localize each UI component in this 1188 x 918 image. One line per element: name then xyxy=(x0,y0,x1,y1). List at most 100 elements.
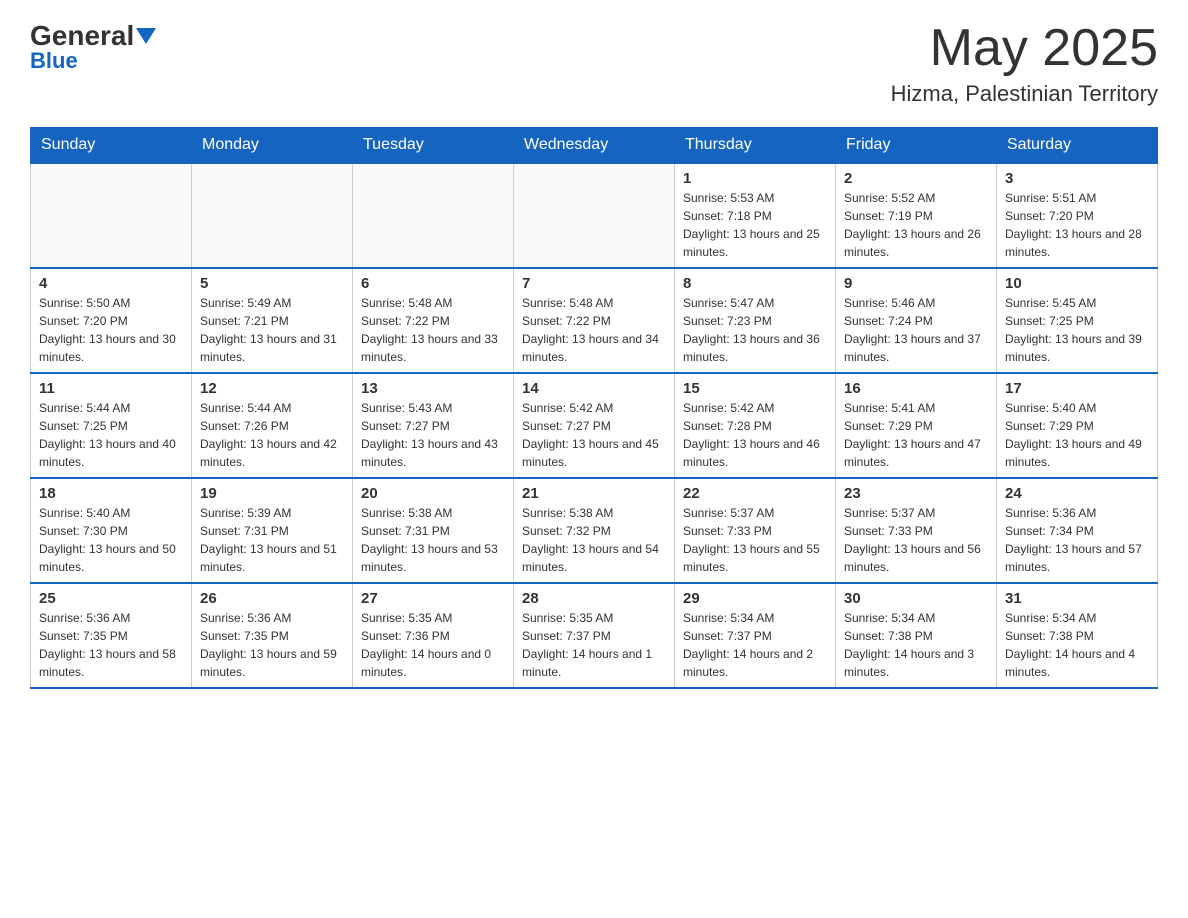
calendar-week-row: 18 Sunrise: 5:40 AM Sunset: 7:30 PM Dayli… xyxy=(31,478,1158,583)
day-info: Sunrise: 5:42 AM Sunset: 7:27 PM Dayligh… xyxy=(522,399,666,471)
day-info: Sunrise: 5:41 AM Sunset: 7:29 PM Dayligh… xyxy=(844,399,988,471)
day-number: 2 xyxy=(844,170,988,187)
day-number: 3 xyxy=(1005,170,1149,187)
day-number: 24 xyxy=(1005,485,1149,502)
day-number: 4 xyxy=(39,275,183,292)
calendar-cell: 4 Sunrise: 5:50 AM Sunset: 7:20 PM Daylig… xyxy=(31,268,192,373)
month-title: May 2025 xyxy=(891,20,1158,77)
day-number: 26 xyxy=(200,590,344,607)
day-number: 17 xyxy=(1005,380,1149,397)
day-number: 15 xyxy=(683,380,827,397)
day-info: Sunrise: 5:40 AM Sunset: 7:29 PM Dayligh… xyxy=(1005,399,1149,471)
calendar-week-row: 4 Sunrise: 5:50 AM Sunset: 7:20 PM Daylig… xyxy=(31,268,1158,373)
weekday-header-saturday: Saturday xyxy=(997,128,1158,164)
day-number: 21 xyxy=(522,485,666,502)
day-info: Sunrise: 5:37 AM Sunset: 7:33 PM Dayligh… xyxy=(683,504,827,576)
day-number: 30 xyxy=(844,590,988,607)
location-title: Hizma, Palestinian Territory xyxy=(891,81,1158,107)
logo-blue: Blue xyxy=(30,48,78,74)
calendar-cell xyxy=(31,163,192,268)
day-info: Sunrise: 5:46 AM Sunset: 7:24 PM Dayligh… xyxy=(844,294,988,366)
day-number: 11 xyxy=(39,380,183,397)
calendar-cell: 11 Sunrise: 5:44 AM Sunset: 7:25 PM Dayli… xyxy=(31,373,192,478)
day-info: Sunrise: 5:50 AM Sunset: 7:20 PM Dayligh… xyxy=(39,294,183,366)
weekday-header-monday: Monday xyxy=(192,128,353,164)
calendar-cell xyxy=(514,163,675,268)
calendar-cell: 3Sunrise: 5:51 AM Sunset: 7:20 PM Daylig… xyxy=(997,163,1158,268)
day-number: 12 xyxy=(200,380,344,397)
day-info: Sunrise: 5:53 AM Sunset: 7:18 PM Dayligh… xyxy=(683,189,827,261)
day-number: 18 xyxy=(39,485,183,502)
calendar-week-row: 25 Sunrise: 5:36 AM Sunset: 7:35 PM Dayli… xyxy=(31,583,1158,688)
calendar-cell: 21 Sunrise: 5:38 AM Sunset: 7:32 PM Dayli… xyxy=(514,478,675,583)
calendar-cell: 17 Sunrise: 5:40 AM Sunset: 7:29 PM Dayli… xyxy=(997,373,1158,478)
day-info: Sunrise: 5:48 AM Sunset: 7:22 PM Dayligh… xyxy=(361,294,505,366)
day-info: Sunrise: 5:36 AM Sunset: 7:34 PM Dayligh… xyxy=(1005,504,1149,576)
day-info: Sunrise: 5:37 AM Sunset: 7:33 PM Dayligh… xyxy=(844,504,988,576)
calendar-cell: 16Sunrise: 5:41 AM Sunset: 7:29 PM Dayli… xyxy=(836,373,997,478)
day-info: Sunrise: 5:47 AM Sunset: 7:23 PM Dayligh… xyxy=(683,294,827,366)
calendar-cell xyxy=(353,163,514,268)
calendar-cell: 7 Sunrise: 5:48 AM Sunset: 7:22 PM Daylig… xyxy=(514,268,675,373)
weekday-header-wednesday: Wednesday xyxy=(514,128,675,164)
calendar-cell: 1 Sunrise: 5:53 AM Sunset: 7:18 PM Daylig… xyxy=(675,163,836,268)
day-number: 9 xyxy=(844,275,988,292)
day-number: 1 xyxy=(683,170,827,187)
day-number: 6 xyxy=(361,275,505,292)
day-number: 22 xyxy=(683,485,827,502)
day-info: Sunrise: 5:45 AM Sunset: 7:25 PM Dayligh… xyxy=(1005,294,1149,366)
day-number: 14 xyxy=(522,380,666,397)
day-number: 25 xyxy=(39,590,183,607)
calendar-cell: 19 Sunrise: 5:39 AM Sunset: 7:31 PM Dayli… xyxy=(192,478,353,583)
calendar-cell: 20Sunrise: 5:38 AM Sunset: 7:31 PM Dayli… xyxy=(353,478,514,583)
day-number: 8 xyxy=(683,275,827,292)
day-number: 31 xyxy=(1005,590,1149,607)
day-number: 27 xyxy=(361,590,505,607)
weekday-header-thursday: Thursday xyxy=(675,128,836,164)
day-info: Sunrise: 5:44 AM Sunset: 7:26 PM Dayligh… xyxy=(200,399,344,471)
day-info: Sunrise: 5:36 AM Sunset: 7:35 PM Dayligh… xyxy=(200,609,344,681)
calendar-week-row: 1 Sunrise: 5:53 AM Sunset: 7:18 PM Daylig… xyxy=(31,163,1158,268)
calendar-cell: 14 Sunrise: 5:42 AM Sunset: 7:27 PM Dayli… xyxy=(514,373,675,478)
logo: General Blue xyxy=(30,20,158,74)
day-number: 7 xyxy=(522,275,666,292)
calendar-cell xyxy=(192,163,353,268)
calendar-cell: 30Sunrise: 5:34 AM Sunset: 7:38 PM Dayli… xyxy=(836,583,997,688)
weekday-header-sunday: Sunday xyxy=(31,128,192,164)
day-info: Sunrise: 5:39 AM Sunset: 7:31 PM Dayligh… xyxy=(200,504,344,576)
day-number: 13 xyxy=(361,380,505,397)
day-info: Sunrise: 5:40 AM Sunset: 7:30 PM Dayligh… xyxy=(39,504,183,576)
calendar-cell: 8 Sunrise: 5:47 AM Sunset: 7:23 PM Daylig… xyxy=(675,268,836,373)
calendar-cell: 29 Sunrise: 5:34 AM Sunset: 7:37 PM Dayli… xyxy=(675,583,836,688)
calendar-cell: 9 Sunrise: 5:46 AM Sunset: 7:24 PM Daylig… xyxy=(836,268,997,373)
calendar-header-row: SundayMondayTuesdayWednesdayThursdayFrid… xyxy=(31,128,1158,164)
calendar-cell: 22 Sunrise: 5:37 AM Sunset: 7:33 PM Dayli… xyxy=(675,478,836,583)
day-number: 19 xyxy=(200,485,344,502)
calendar: SundayMondayTuesdayWednesdayThursdayFrid… xyxy=(30,127,1158,689)
day-info: Sunrise: 5:38 AM Sunset: 7:31 PM Dayligh… xyxy=(361,504,505,576)
logo-triangle-icon xyxy=(136,28,156,44)
calendar-cell: 31 Sunrise: 5:34 AM Sunset: 7:38 PM Dayli… xyxy=(997,583,1158,688)
day-number: 23 xyxy=(844,485,988,502)
calendar-cell: 12 Sunrise: 5:44 AM Sunset: 7:26 PM Dayli… xyxy=(192,373,353,478)
day-info: Sunrise: 5:34 AM Sunset: 7:37 PM Dayligh… xyxy=(683,609,827,681)
day-info: Sunrise: 5:38 AM Sunset: 7:32 PM Dayligh… xyxy=(522,504,666,576)
calendar-cell: 28Sunrise: 5:35 AM Sunset: 7:37 PM Dayli… xyxy=(514,583,675,688)
day-info: Sunrise: 5:36 AM Sunset: 7:35 PM Dayligh… xyxy=(39,609,183,681)
day-info: Sunrise: 5:44 AM Sunset: 7:25 PM Dayligh… xyxy=(39,399,183,471)
day-info: Sunrise: 5:34 AM Sunset: 7:38 PM Dayligh… xyxy=(1005,609,1149,681)
day-info: Sunrise: 5:35 AM Sunset: 7:36 PM Dayligh… xyxy=(361,609,505,681)
calendar-cell: 13Sunrise: 5:43 AM Sunset: 7:27 PM Dayli… xyxy=(353,373,514,478)
calendar-cell: 26 Sunrise: 5:36 AM Sunset: 7:35 PM Dayli… xyxy=(192,583,353,688)
day-number: 29 xyxy=(683,590,827,607)
day-number: 28 xyxy=(522,590,666,607)
calendar-cell: 6 Sunrise: 5:48 AM Sunset: 7:22 PM Daylig… xyxy=(353,268,514,373)
day-number: 10 xyxy=(1005,275,1149,292)
day-number: 5 xyxy=(200,275,344,292)
weekday-header-friday: Friday xyxy=(836,128,997,164)
day-info: Sunrise: 5:49 AM Sunset: 7:21 PM Dayligh… xyxy=(200,294,344,366)
day-info: Sunrise: 5:48 AM Sunset: 7:22 PM Dayligh… xyxy=(522,294,666,366)
calendar-cell: 5 Sunrise: 5:49 AM Sunset: 7:21 PM Daylig… xyxy=(192,268,353,373)
calendar-week-row: 11 Sunrise: 5:44 AM Sunset: 7:25 PM Dayli… xyxy=(31,373,1158,478)
calendar-cell: 23 Sunrise: 5:37 AM Sunset: 7:33 PM Dayli… xyxy=(836,478,997,583)
